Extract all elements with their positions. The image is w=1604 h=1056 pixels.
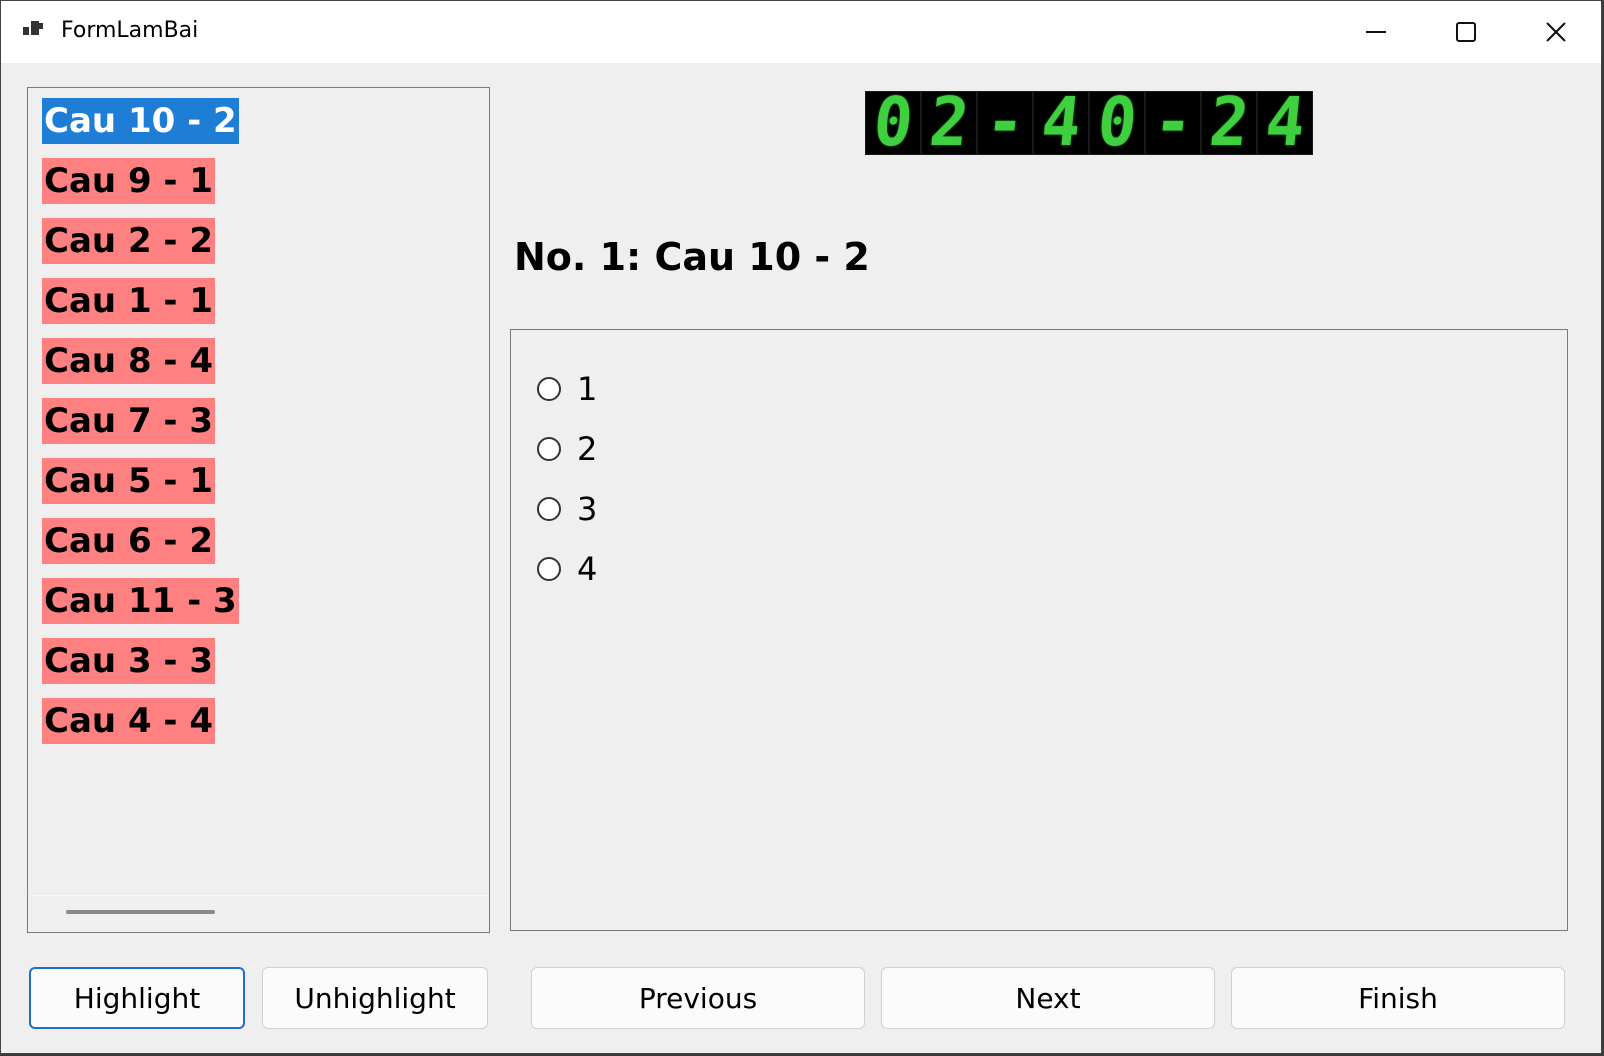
question-list: Cau 10 - 2 Cau 9 - 1 Cau 2 - 2 Cau 1 - 1 Cau… [42,98,239,758]
option-label: 3 [577,490,598,528]
question-list-item[interactable]: Cau 11 - 3 [42,578,239,624]
finish-button[interactable]: Finish [1231,967,1565,1029]
option-label: 1 [577,370,598,408]
answer-options-group: 1 2 3 4 [510,329,1568,931]
answer-option[interactable]: 3 [537,490,597,528]
clock-digit-cell: - [1146,84,1200,162]
clock-digit: 0 [1093,84,1141,162]
radio-button[interactable] [537,497,561,521]
question-list-item[interactable]: Cau 1 - 1 [42,278,216,324]
answer-option[interactable]: 2 [537,430,597,468]
radio-button[interactable] [537,377,561,401]
question-list-item[interactable]: Cau 3 - 3 [42,638,216,684]
question-list-item[interactable]: Cau 2 - 2 [42,218,216,264]
question-list-item[interactable]: Cau 8 - 4 [42,338,216,384]
app-icon [23,21,43,35]
question-list-item[interactable]: Cau 10 - 2 [42,98,239,144]
next-button[interactable]: Next [881,967,1215,1029]
close-button[interactable] [1511,1,1601,63]
client-area: Cau 10 - 2 Cau 9 - 1 Cau 2 - 2 Cau 1 - 1 Cau… [1,63,1601,1053]
answer-option[interactable]: 1 [537,370,597,408]
radio-button[interactable] [537,437,561,461]
app-window: FormLamBai Cau 10 - 2 Cau 9 - 1 Cau 2 - 2C… [0,0,1602,1054]
maximize-button[interactable] [1421,1,1511,63]
clock-digit-cell: - [978,84,1032,162]
clock-digit-cell: 0 [1090,84,1144,162]
scrollbar-thumb[interactable] [66,910,215,914]
question-list-item[interactable]: Cau 4 - 4 [42,698,216,744]
maximize-icon [1456,22,1476,42]
question-listbox[interactable]: Cau 10 - 2 Cau 9 - 1 Cau 2 - 2 Cau 1 - 1 Cau… [27,87,490,933]
question-list-item[interactable]: Cau 7 - 3 [42,398,216,444]
window-title: FormLamBai [61,18,199,43]
radio-button[interactable] [537,557,561,581]
question-list-item[interactable]: Cau 6 - 2 [42,518,216,564]
close-icon [1546,22,1566,42]
question-title: No. 1: Cau 10 - 2 [514,235,870,279]
answer-option[interactable]: 4 [537,550,597,588]
highlight-button[interactable]: Highlight [29,967,245,1029]
clock-digit: 2 [1205,84,1253,162]
clock-digit: - [981,84,1029,162]
title-bar: FormLamBai [1,1,1601,63]
clock-digit-cell: 4 [1034,84,1088,162]
countdown-timer: 02-40-24 [865,84,1313,162]
clock-digit: 4 [1037,84,1085,162]
clock-digit-cell: 2 [922,84,976,162]
option-label: 4 [577,550,598,588]
clock-digit: 0 [869,84,917,162]
clock-digit: - [1149,84,1197,162]
clock-digit-cell: 4 [1258,84,1312,162]
clock-digit-cell: 0 [866,84,920,162]
clock-digit: 2 [925,84,973,162]
question-list-item[interactable]: Cau 5 - 1 [42,458,216,504]
minimize-icon [1366,31,1386,33]
clock-digit-cell: 2 [1202,84,1256,162]
unhighlight-button[interactable]: Unhighlight [262,967,488,1029]
question-list-item[interactable]: Cau 9 - 1 [42,158,216,204]
minimize-button[interactable] [1331,1,1421,63]
option-label: 2 [577,430,598,468]
horizontal-scrollbar[interactable] [30,895,487,930]
previous-button[interactable]: Previous [531,967,865,1029]
clock-digit: 4 [1261,84,1309,162]
